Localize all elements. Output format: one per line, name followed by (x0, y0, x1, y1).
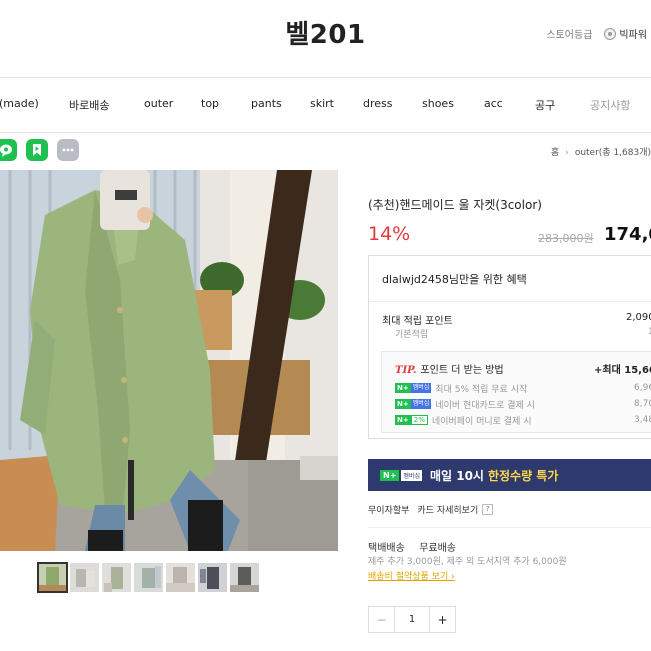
sale-price: 174,0 (604, 224, 651, 245)
shipping-fee: 무료배송 (419, 543, 456, 554)
nav-item-pants[interactable]: pants (251, 97, 282, 110)
quantity-stepper: − 1 + (368, 606, 456, 633)
thumbnail-3[interactable] (102, 563, 131, 592)
thumbnail-5[interactable] (166, 563, 195, 592)
nav-divider (0, 132, 651, 133)
talk-share-button[interactable] (0, 139, 17, 161)
header-divider (0, 77, 651, 78)
installment-label: 무이자할부 (368, 506, 410, 516)
help-icon[interactable]: ? (482, 504, 494, 515)
thumbnail-6[interactable] (198, 563, 227, 592)
benefit-section: dlalwjd2458님만을 위한 혜택 최대 적립 포인트 2,090 기본적… (368, 255, 651, 633)
breadcrumb: 홈 › outer(총 1,683개) (551, 145, 651, 158)
nav-item-dress[interactable]: dress (363, 97, 393, 110)
benefit-row-text: 네이버 현대카드로 결제 시 (435, 400, 535, 411)
product-title: (추천)핸드메이드 울 자켓(3color) (368, 198, 542, 212)
shipping-info: 택배배송 무료배송 (368, 539, 456, 554)
membership-badge: 멤버십 (401, 469, 422, 481)
product-info: (추천)핸드메이드 울 자켓(3color) 14% 283,000원 174,… (368, 170, 651, 651)
benefit-row-text: 네이버페이 머니로 결제 시 (431, 416, 532, 427)
max-points-value: 2,090 (626, 312, 651, 323)
nav-item-outer[interactable]: outer (144, 97, 173, 110)
medal-icon (604, 27, 617, 40)
naver-plus-badge: N+ (395, 415, 411, 425)
nav-item-skirt[interactable]: skirt (310, 97, 334, 110)
thumbnail-2[interactable] (70, 563, 99, 592)
store-grade: 스토어등급 빅파워 (546, 26, 647, 41)
tip-max-points: +최대 15,660 (594, 365, 651, 376)
benefit-row-text: 최대 5% 적립 무료 시작 (435, 384, 528, 395)
breadcrumb-home[interactable]: 홈 (551, 148, 559, 158)
benefit-row-value: 6,96 (634, 383, 651, 393)
nav-item-notice[interactable]: 공지사항 (590, 97, 630, 113)
promo-banner[interactable]: N+ 멤버십 매일 10시 한정수량 특가 (368, 459, 651, 491)
thumbnail-7[interactable] (230, 563, 259, 592)
nav-item-shoes[interactable]: shoes (422, 97, 454, 110)
shipping-type: 택배배송 (368, 543, 405, 554)
talk-share-icon (0, 144, 12, 157)
max-points-label: 최대 적립 포인트 (382, 316, 453, 327)
benefit-box: dlalwjd2458님만을 위한 혜택 최대 적립 포인트 2,090 기본적… (368, 255, 651, 439)
benefit-row-value: 3,48 (634, 415, 651, 425)
benefit-title: dlalwjd2458님만을 위한 혜택 (382, 273, 527, 286)
installment-row: 무이자할부 카드 자세히보기 ? (368, 503, 494, 516)
nav-item-top[interactable]: top (201, 97, 219, 110)
naver-plus-badge: N+ (395, 383, 411, 393)
product-thumbnails (37, 562, 262, 593)
original-price: 283,000원 (538, 232, 594, 245)
tip-label: TIP. (395, 365, 417, 376)
tip-heading: TIP. 포인트 더 받는 방법 (395, 361, 504, 376)
breadcrumb-current[interactable]: outer(총 1,683개) (575, 148, 651, 158)
store-grade-label: 스토어등급 (546, 30, 593, 41)
bookmark-share-icon (33, 144, 41, 156)
benefit-row-1[interactable]: N+ 멤버십 최대 5% 적립 무료 시작 (395, 382, 528, 395)
bundle-saving-link[interactable]: 배송비 절약상품 보기 › (368, 569, 455, 582)
membership-badge: 멤버십 (410, 399, 432, 409)
tip-box: TIP.포인트 더 받는 방법 +최대 15,660 N+멤버십최대 5% 적립… (381, 351, 651, 433)
product-main-image[interactable] (0, 170, 338, 551)
quantity-increase-button[interactable]: + (429, 607, 455, 632)
naver-plus-badge: N+ (380, 469, 400, 481)
category-nav: (made) 바로배송 outer top pants skirt dress … (0, 97, 651, 113)
tip-text: 포인트 더 받는 방법 (420, 365, 504, 376)
nav-item-made[interactable]: (made) (0, 97, 39, 110)
benefit-divider (369, 301, 651, 302)
bookmark-share-button[interactable] (26, 139, 48, 161)
more-share-button[interactable] (57, 139, 79, 161)
breadcrumb-arrow-icon: › (565, 148, 569, 158)
store-grade-name: 빅파워 (619, 30, 647, 41)
nav-item-group-buy[interactable]: 공구 (535, 97, 555, 113)
nav-item-direct-delivery[interactable]: 바로배송 (69, 97, 109, 113)
quantity-input[interactable]: 1 (395, 607, 429, 632)
promo-text: 한정수량 특가 (487, 468, 559, 483)
discount-rate: 14% (368, 223, 411, 245)
thumbnail-1[interactable] (37, 562, 68, 593)
thumbnail-4[interactable] (134, 563, 163, 592)
basic-points-label: 기본적립 (395, 330, 429, 340)
benefit-row-value: 8,70 (634, 399, 651, 409)
shipping-extra: 제주 추가 3,000원, 제주 외 도서지역 추가 6,000원 (368, 557, 567, 567)
share-bar (0, 139, 88, 161)
card-detail-link[interactable]: 카드 자세히보기 (417, 503, 478, 516)
section-divider (368, 527, 651, 528)
benefit-row-3[interactable]: N+ 2% 네이버페이 머니로 결제 시 (395, 414, 532, 427)
membership-badge: 멤버십 (410, 383, 432, 393)
benefit-row-2[interactable]: N+ 멤버십 네이버 현대카드로 결제 시 (395, 398, 535, 411)
nav-item-acc[interactable]: acc (484, 97, 503, 110)
percent-badge: 2% (410, 415, 428, 425)
quantity-decrease-button[interactable]: − (369, 607, 395, 632)
naver-plus-badge: N+ (395, 399, 411, 409)
promo-time: 매일 10시 (429, 468, 484, 483)
more-icon (62, 148, 74, 152)
